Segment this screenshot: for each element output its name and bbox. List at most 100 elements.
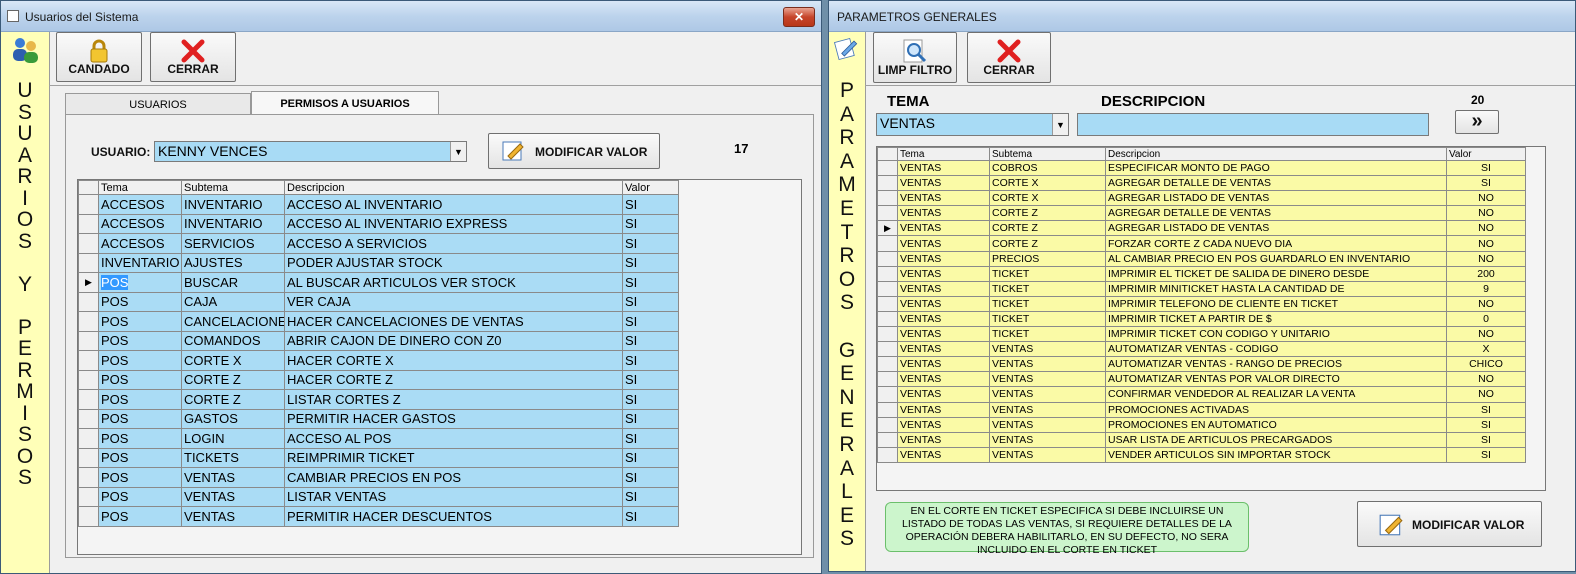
table-cell[interactable]: SI (622, 291, 679, 312)
table-row[interactable]: ACCESOS INVENTARIO ACCESO AL INVENTARIO SI (78, 194, 679, 215)
table-cell[interactable]: IMPRIMIR MINITICKET HASTA LA CANTIDAD DE (1105, 280, 1447, 297)
table-row[interactable]: VENTAS TICKET IMPRIMIR TICKET CON CODIGO Y… (877, 326, 1526, 343)
table-cell[interactable]: TICKETS (181, 447, 285, 468)
table-cell[interactable]: VENTAS (897, 431, 990, 448)
table-cell[interactable]: SI (1446, 159, 1526, 177)
table-cell[interactable]: INVENTARIO (98, 252, 182, 273)
table-row[interactable]: POS GASTOS PERMITIR HACER GASTOS SI (78, 408, 679, 429)
cerrar-button[interactable]: CERRAR (150, 32, 236, 82)
table-cell[interactable]: VENTAS (897, 175, 990, 192)
row-selector[interactable] (877, 280, 898, 297)
table-row[interactable]: INVENTARIO AJUSTES PODER AJUSTAR STOCK SI (78, 252, 679, 273)
table-cell[interactable]: VENTAS (181, 506, 285, 527)
table-cell[interactable]: LOGIN (181, 428, 285, 449)
row-selector[interactable] (78, 428, 99, 449)
row-selector[interactable] (877, 326, 898, 343)
table-cell[interactable]: VENTAS (897, 446, 990, 463)
table-cell[interactable]: VENTAS (181, 467, 285, 488)
table-cell[interactable]: ACCESOS (98, 233, 182, 254)
table-cell[interactable]: AGREGAR LISTADO DE VENTAS (1105, 220, 1447, 237)
table-cell[interactable]: CANCELACIONES (181, 311, 285, 332)
table-cell[interactable]: CORTE X (181, 350, 285, 371)
table-cell[interactable]: VENTAS (897, 326, 990, 343)
table-cell[interactable]: POS (98, 467, 182, 488)
table-cell[interactable]: SI (622, 252, 679, 273)
table-row[interactable]: VENTAS VENTAS AUTOMATIZAR VENTAS POR VALOR… (877, 371, 1526, 388)
table-cell[interactable]: VENTAS (897, 235, 990, 252)
table-cell[interactable]: ESPECIFICAR MONTO DE PAGO (1105, 159, 1447, 177)
table-cell[interactable]: VENTAS (897, 310, 990, 328)
table-cell[interactable]: IMPRIMIR TICKET A PARTIR DE $ (1105, 310, 1447, 328)
table-cell[interactable]: POS (98, 291, 182, 312)
row-selector[interactable] (78, 486, 99, 507)
table-row[interactable]: POS CORTE X HACER CORTE X SI (78, 350, 679, 371)
table-row[interactable]: POS CANCELACIONES HACER CANCELACIONES DE V… (78, 311, 679, 332)
table-cell[interactable]: SI (1446, 175, 1526, 192)
table-row[interactable]: POS CORTE Z LISTAR CORTES Z SI (78, 389, 679, 410)
table-cell[interactable]: VENTAS (897, 205, 990, 222)
table-cell[interactable]: AGREGAR LISTADO DE VENTAS (1105, 190, 1447, 207)
row-selector[interactable] (877, 265, 898, 282)
row-selector[interactable] (877, 310, 898, 328)
table-cell[interactable]: TICKET (989, 280, 1106, 297)
row-selector[interactable] (78, 369, 99, 390)
row-selector[interactable] (877, 371, 898, 388)
table-cell[interactable]: COBROS (989, 159, 1106, 177)
table-row[interactable]: VENTAS TICKET IMPRIMIR MINITICKET HASTA LA… (877, 280, 1526, 297)
table-cell[interactable]: VENTAS (989, 371, 1106, 388)
table-cell[interactable]: AGREGAR DETALLE DE VENTAS (1105, 175, 1447, 192)
row-selector[interactable] (877, 356, 898, 373)
row-selector[interactable] (78, 467, 99, 488)
table-cell[interactable]: POS (98, 330, 182, 351)
table-row[interactable]: VENTAS TICKET IMPRIMIR EL TICKET DE SALIDA… (877, 265, 1526, 282)
table-cell[interactable]: 0 (1446, 310, 1526, 328)
table-row[interactable]: VENTAS VENTAS USAR LISTA DE ARTICULOS PREC… (877, 431, 1526, 448)
table-row[interactable]: POS LOGIN ACCESO AL POS SI (78, 428, 679, 449)
table-cell[interactable]: VENTAS (897, 220, 990, 237)
table-row[interactable]: VENTAS CORTE Z FORZAR CORTE Z CADA NUEVO D… (877, 235, 1526, 252)
row-selector[interactable] (877, 175, 898, 192)
row-selector[interactable] (78, 389, 99, 410)
table-cell[interactable]: HACER CANCELACIONES DE VENTAS (284, 311, 623, 332)
table-cell[interactable]: AL CAMBIAR PRECIO EN POS GUARDARLO EN IN… (1105, 250, 1447, 267)
table-cell[interactable]: AJUSTES (181, 252, 285, 273)
table-cell[interactable]: CORTE Z (989, 220, 1106, 237)
table-cell[interactable]: VENTAS (989, 446, 1106, 463)
table-cell[interactable]: IMPRIMIR EL TICKET DE SALIDA DE DINERO D… (1105, 265, 1447, 282)
table-cell[interactable]: NO (1446, 326, 1526, 343)
column-header[interactable]: Descripcion (1105, 147, 1447, 161)
table-cell[interactable]: PRECIOS (989, 250, 1106, 267)
limp-filtro-button[interactable]: LIMP FILTRO (873, 32, 957, 83)
row-selector[interactable] (78, 291, 99, 312)
table-cell[interactable]: VENTAS (897, 371, 990, 388)
table-cell[interactable]: X (1446, 341, 1526, 358)
column-header[interactable]: Subtema (181, 180, 285, 195)
table-cell[interactable]: VENTAS (897, 341, 990, 358)
table-cell[interactable]: SI (622, 233, 679, 254)
table-cell[interactable]: IMPRIMIR TELEFONO DE CLIENTE EN TICKET (1105, 295, 1447, 312)
table-row[interactable]: VENTAS VENTAS PROMOCIONES EN AUTOMATICO SI (877, 416, 1526, 433)
table-cell[interactable]: SERVICIOS (181, 233, 285, 254)
table-cell[interactable]: NO (1446, 250, 1526, 267)
table-cell[interactable]: SI (1446, 431, 1526, 448)
table-cell[interactable]: POS (98, 428, 182, 449)
table-cell[interactable]: NO (1446, 371, 1526, 388)
table-row[interactable]: POS COMANDOS ABRIR CAJON DE DINERO CON Z0 S… (78, 330, 679, 351)
table-cell[interactable]: NO (1446, 190, 1526, 207)
column-header[interactable]: Tema (98, 180, 182, 195)
table-cell[interactable]: CORTE Z (181, 389, 285, 410)
table-cell[interactable]: CORTE Z (989, 205, 1106, 222)
table-cell[interactable]: NO (1446, 235, 1526, 252)
table-cell[interactable]: BUSCAR (181, 272, 285, 293)
table-cell[interactable]: USAR LISTA DE ARTICULOS PRECARGADOS (1105, 431, 1447, 448)
row-selector[interactable] (78, 350, 99, 371)
table-cell[interactable]: SI (622, 428, 679, 449)
table-row[interactable]: VENTAS COBROS ESPECIFICAR MONTO DE PAGO SI (877, 159, 1526, 177)
table-cell[interactable]: VENTAS (897, 159, 990, 177)
candado-button[interactable]: CANDADO (56, 32, 142, 82)
table-cell[interactable]: ABRIR CAJON DE DINERO CON Z0 (284, 330, 623, 351)
tema-select[interactable]: VENTAS ▼ (876, 113, 1069, 136)
modificar-valor-button[interactable]: MODIFICAR VALOR (488, 133, 660, 169)
table-row[interactable]: VENTAS PRECIOS AL CAMBIAR PRECIO EN POS GU… (877, 250, 1526, 267)
table-cell[interactable]: AGREGAR DETALLE DE VENTAS (1105, 205, 1447, 222)
